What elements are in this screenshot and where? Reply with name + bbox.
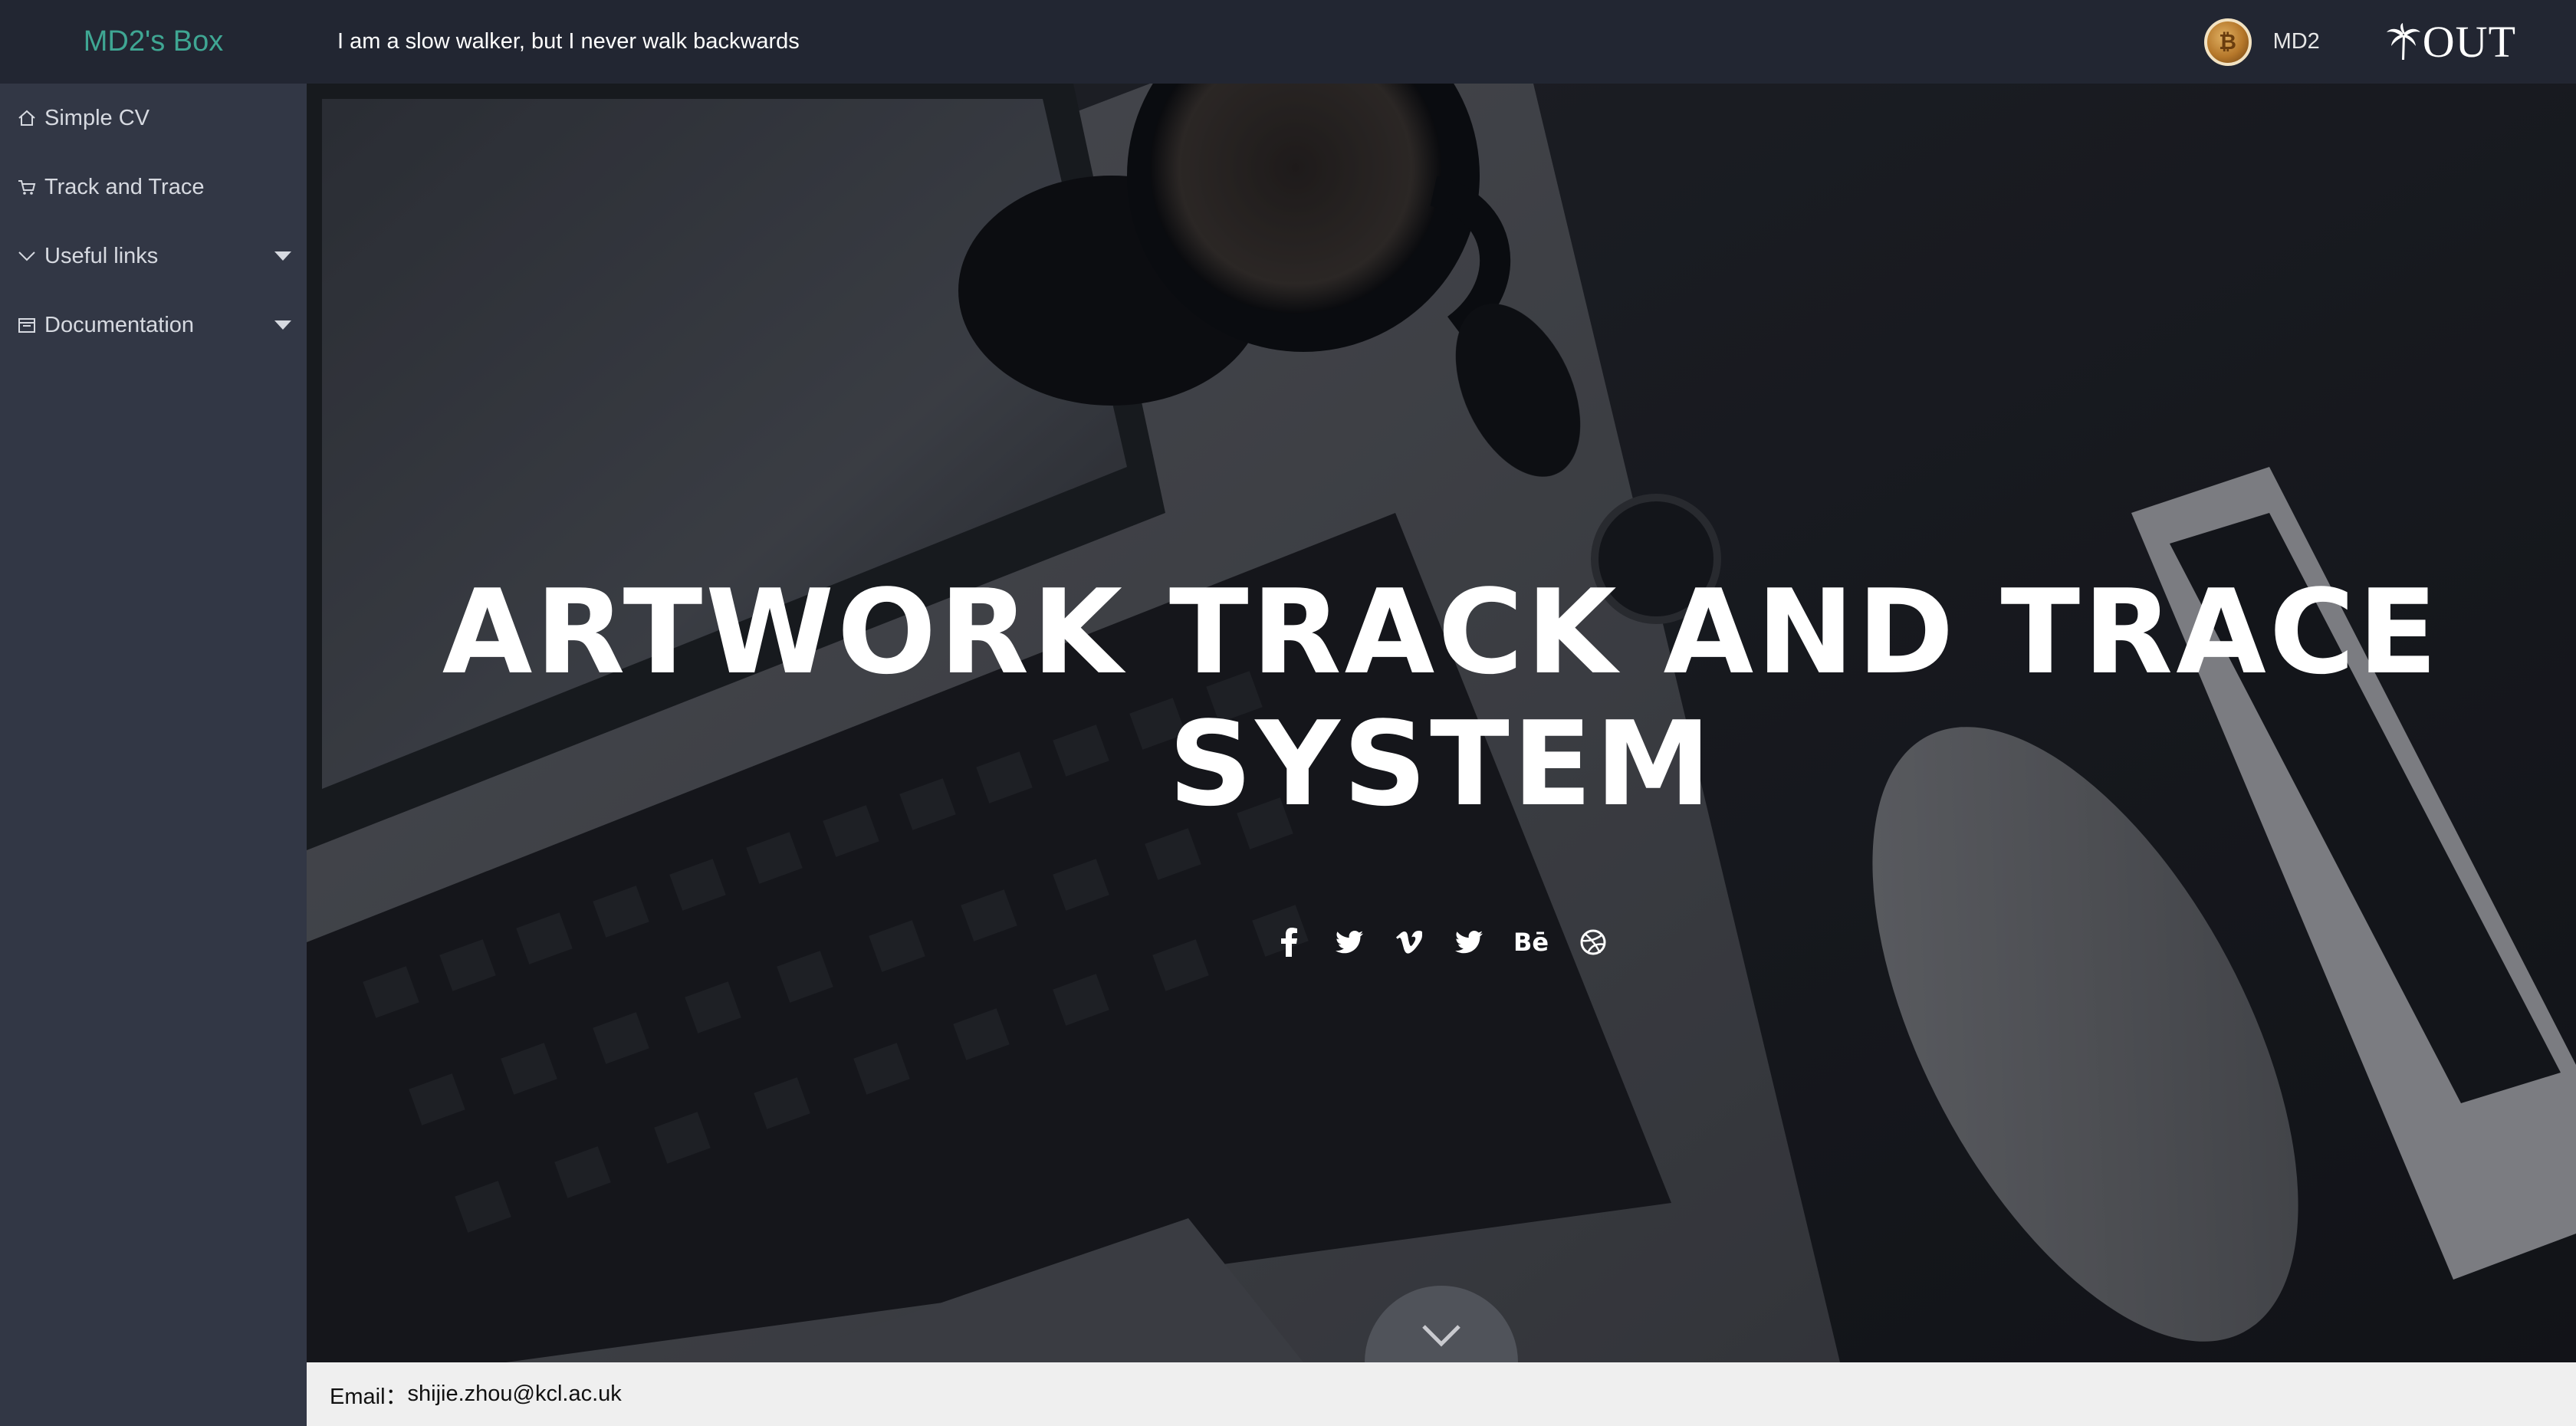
chevron-down-icon xyxy=(1422,1325,1460,1347)
social-links: Bē xyxy=(307,927,2576,958)
sidebar-item-label: Useful links xyxy=(44,243,159,268)
cart-icon xyxy=(15,176,38,199)
palm-tree-icon xyxy=(2386,22,2420,60)
sidebar-item-track-and-trace[interactable]: Track and Trace xyxy=(0,153,307,222)
email-label: Email： xyxy=(330,1384,408,1409)
sidebar-item-useful-links[interactable]: Useful links xyxy=(0,222,307,291)
sidebar: Simple CV Track and Trace Useful links D… xyxy=(0,84,307,1426)
sidebar-item-label: Track and Trace xyxy=(44,174,205,199)
hero-title: ARTWORK TRACK AND TRACE SYSTEM xyxy=(442,564,2441,832)
hero-section: ARTWORK TRACK AND TRACE SYSTEM Bē xyxy=(307,84,2576,1362)
user-avatar[interactable]: ₿ xyxy=(2203,18,2252,66)
caret-down-icon[interactable] xyxy=(274,251,291,261)
vimeo-icon[interactable] xyxy=(1394,927,1424,958)
top-header: MD2's Box I am a slow walker, but I neve… xyxy=(0,0,2576,84)
logout-button[interactable]: OUT xyxy=(2384,16,2516,67)
brand-title[interactable]: MD2's Box xyxy=(0,0,307,84)
calendar-icon xyxy=(15,314,38,337)
home-icon xyxy=(15,107,38,130)
facebook-icon[interactable] xyxy=(1274,927,1305,958)
user-name[interactable]: MD2 xyxy=(2273,29,2320,54)
email-link[interactable]: shijie.zhou@kcl.ac.uk xyxy=(408,1382,622,1407)
behance-label: Bē xyxy=(1513,928,1549,957)
behance-icon[interactable]: Bē xyxy=(1513,927,1549,958)
footer: Email： shijie.zhou@kcl.ac.uk xyxy=(307,1362,2576,1426)
chevron-down-icon xyxy=(15,245,38,268)
sidebar-item-label: Documentation xyxy=(44,312,195,337)
user-area: ₿ MD2 OUT xyxy=(2203,0,2576,84)
sidebar-item-simple-cv[interactable]: Simple CV xyxy=(0,84,307,153)
dribbble-icon[interactable] xyxy=(1578,927,1608,958)
logout-label: OUT xyxy=(2422,16,2516,67)
motto-text: I am a slow walker, but I never walk bac… xyxy=(337,29,800,54)
twitter-icon[interactable] xyxy=(1334,927,1365,958)
sidebar-item-documentation[interactable]: Documentation xyxy=(0,291,307,360)
sidebar-item-label: Simple CV xyxy=(44,105,150,130)
caret-down-icon[interactable] xyxy=(274,320,291,330)
twitter-icon[interactable] xyxy=(1454,927,1484,958)
